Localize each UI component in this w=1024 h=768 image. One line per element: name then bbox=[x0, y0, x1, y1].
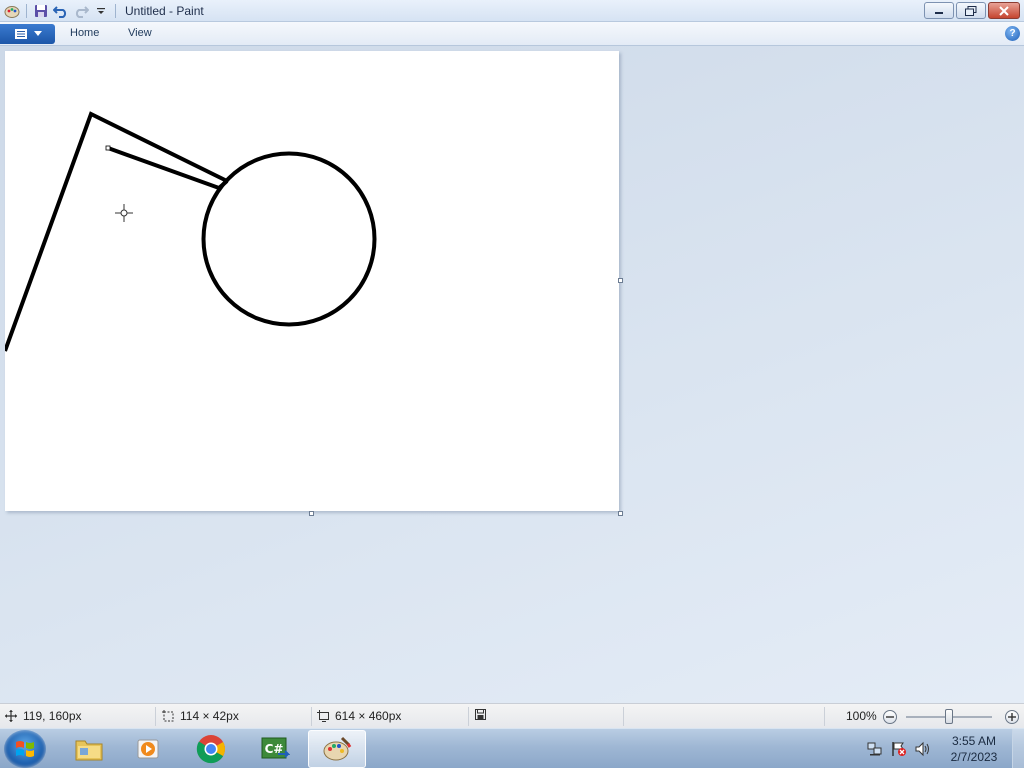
canvas-resize-handle-right[interactable] bbox=[618, 278, 623, 283]
image-size-text: 614 × 460px bbox=[335, 709, 402, 723]
close-button[interactable] bbox=[988, 2, 1020, 19]
taskbar-paint-button[interactable] bbox=[308, 730, 366, 768]
canvas-workspace[interactable] bbox=[0, 46, 1024, 703]
zoom-level-text: 100% bbox=[846, 709, 877, 723]
ribbon-tab-bar: Home View ? bbox=[0, 22, 1024, 46]
selection-icon bbox=[162, 710, 174, 722]
paint-palette-icon bbox=[323, 736, 352, 761]
shape-resize-handle bbox=[105, 145, 111, 151]
status-divider bbox=[623, 707, 624, 726]
image-size-icon bbox=[317, 710, 329, 722]
csharp-file-icon: C# bbox=[261, 737, 290, 759]
disk-icon bbox=[475, 709, 486, 720]
taskbar-explorer-button[interactable] bbox=[60, 730, 118, 768]
canvas-drawing bbox=[3, 111, 377, 352]
cursor-position-indicator: 119, 160px bbox=[5, 709, 82, 723]
selection-size-indicator: 114 × 42px bbox=[162, 709, 239, 723]
drawn-circle-shape bbox=[201, 151, 377, 327]
folder-icon bbox=[75, 740, 103, 761]
move-cursor-icon bbox=[5, 710, 17, 722]
paint-menu-button[interactable] bbox=[0, 24, 55, 44]
taskbar-chrome-button[interactable] bbox=[182, 730, 240, 768]
help-icon[interactable]: ? bbox=[1005, 26, 1020, 41]
start-button[interactable] bbox=[4, 730, 46, 768]
taskbar-media-player-button[interactable] bbox=[120, 730, 178, 768]
redo-icon[interactable] bbox=[71, 2, 91, 20]
drawn-line-shape bbox=[107, 146, 229, 191]
crosshair-cursor-icon bbox=[115, 204, 133, 222]
restore-button[interactable] bbox=[956, 2, 986, 19]
taskbar-csharp-button[interactable]: C# bbox=[246, 730, 304, 768]
status-bar: 119, 160px 114 × 42px 614 × 460px 100% bbox=[0, 703, 1024, 728]
caption-buttons bbox=[924, 2, 1020, 19]
title-bar: Untitled - Paint bbox=[0, 0, 1024, 22]
status-divider bbox=[311, 707, 312, 726]
tab-view[interactable]: View bbox=[128, 27, 152, 39]
status-divider bbox=[468, 707, 469, 726]
chevron-down-icon bbox=[33, 31, 42, 36]
network-icon[interactable] bbox=[866, 741, 884, 757]
volume-icon[interactable] bbox=[914, 741, 932, 757]
taskbar: C# 3:55 AM 2/7/2023 bbox=[0, 728, 1024, 768]
system-clock[interactable]: 3:55 AM 2/7/2023 bbox=[942, 733, 1006, 765]
chrome-icon bbox=[196, 735, 225, 764]
minimize-button[interactable] bbox=[924, 2, 954, 19]
drawing-canvas[interactable] bbox=[3, 51, 619, 511]
status-divider bbox=[155, 707, 156, 726]
paint-app-icon[interactable] bbox=[2, 2, 22, 20]
undo-icon[interactable] bbox=[51, 2, 71, 20]
show-desktop-button[interactable] bbox=[1012, 729, 1024, 768]
zoom-out-button[interactable] bbox=[883, 710, 897, 724]
zoom-slider-thumb[interactable] bbox=[945, 709, 953, 724]
status-divider bbox=[824, 707, 825, 726]
save-icon[interactable] bbox=[31, 2, 51, 20]
clock-time: 3:55 AM bbox=[951, 734, 997, 748]
window-title: Untitled - Paint bbox=[125, 4, 204, 18]
qat-divider bbox=[115, 4, 116, 18]
zoom-in-button[interactable] bbox=[1005, 710, 1019, 724]
canvas-resize-handle-corner[interactable] bbox=[618, 511, 623, 516]
media-player-icon bbox=[137, 739, 159, 759]
action-center-warning-icon[interactable] bbox=[890, 741, 908, 757]
clock-date: 2/7/2023 bbox=[950, 750, 998, 764]
windows-logo-icon bbox=[16, 741, 34, 757]
document-icon bbox=[14, 29, 27, 39]
image-size-indicator: 614 × 460px bbox=[317, 709, 401, 723]
selection-size-text: 114 × 42px bbox=[180, 709, 239, 723]
quick-access-toolbar bbox=[2, 2, 120, 20]
file-size-indicator bbox=[475, 709, 486, 720]
qat-divider bbox=[26, 4, 27, 18]
tab-home[interactable]: Home bbox=[70, 27, 99, 39]
canvas-resize-handle-bottom[interactable] bbox=[309, 511, 314, 516]
cursor-position-text: 119, 160px bbox=[23, 709, 82, 723]
customize-qat-chevron-icon[interactable] bbox=[91, 2, 111, 20]
